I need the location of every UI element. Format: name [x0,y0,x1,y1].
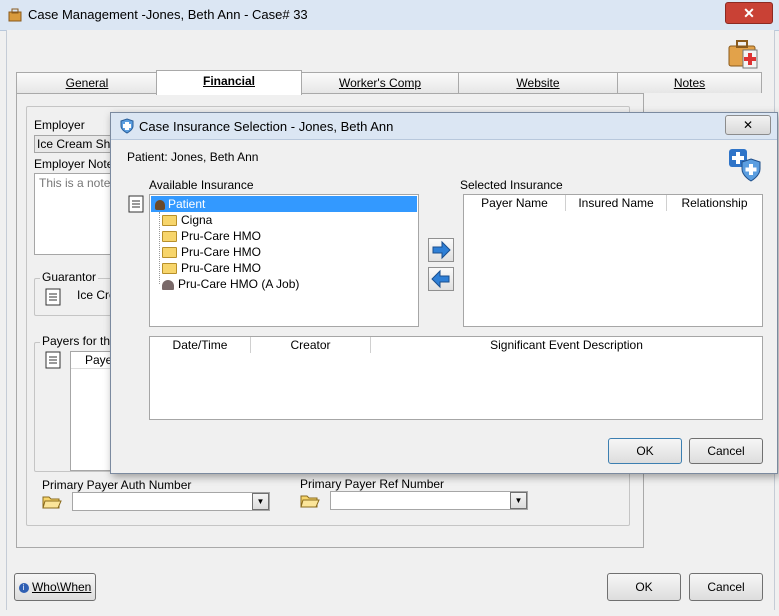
primary-auth-label: Primary Payer Auth Number [42,478,192,492]
insurance-shield-icon [120,118,134,134]
window-title: Case Management -Jones, Beth Ann - Case#… [28,7,308,22]
info-icon: i [18,582,29,593]
employer-notes-field[interactable]: This is a note a [34,173,120,255]
main-ok-button[interactable]: OK [607,573,681,601]
folder-icon [162,247,177,259]
tab-notes[interactable]: Notes [617,72,762,93]
open-folder-icon-2[interactable] [300,491,320,509]
main-cancel-button[interactable]: Cancel [689,573,763,601]
tree-item-patient[interactable]: Patient [151,196,417,212]
folder-icon [162,215,177,227]
tab-general[interactable]: General [16,72,158,93]
tree-line [159,212,161,284]
payers-list-icon[interactable] [44,351,62,369]
patient-label: Patient: Jones, Beth Ann [127,150,259,164]
guarantor-value: Ice Cre [77,288,110,302]
tab-website[interactable]: Website [458,72,618,93]
window-close-button[interactable]: ✕ [725,2,773,24]
job-icon [162,279,174,290]
primary-auth-dropdown-icon[interactable]: ▼ [252,493,269,510]
primary-ref-dropdown-icon[interactable]: ▼ [510,492,527,509]
add-insurance-button[interactable] [428,238,454,262]
payers-label: Payers for this [40,334,114,348]
window-title-bar: Case Management -Jones, Beth Ann - Case#… [0,0,779,31]
tab-workers-comp[interactable]: Worker's Comp [301,72,459,93]
insurance-list-icon[interactable] [127,195,145,213]
primary-ref-label: Primary Payer Ref Number [300,477,445,491]
selected-insurance-label: Selected Insurance [460,178,563,192]
tree-item-pru-care-job[interactable]: Pru-Care HMO (A Job) [162,276,299,292]
guarantor-list-icon[interactable] [44,288,62,306]
folder-icon [162,263,177,275]
selected-insurance-table[interactable]: Payer Name Insured Name Relationship [463,194,763,327]
medical-case-icon [728,40,758,69]
primary-auth-combo[interactable] [72,492,270,511]
folder-icon [162,231,177,243]
insurance-plus-shield-icon [729,149,761,182]
tree-item-pru-care-1[interactable]: Pru-Care HMO [162,228,261,244]
tree-item-cigna[interactable]: Cigna [162,212,212,228]
dialog-ok-button[interactable]: OK [608,438,682,464]
column-date-time[interactable]: Date/Time [150,337,251,353]
remove-insurance-button[interactable] [428,267,454,291]
guarantor-label: Guarantor [40,270,99,284]
employer-label: Employer [34,118,85,132]
significant-events-table[interactable]: Date/Time Creator Significant Event Desc… [149,336,763,420]
dialog-title-bar: Case Insurance Selection - Jones, Beth A… [111,113,777,140]
available-insurance-tree[interactable]: Patient Cigna Pru-Care HMO Pru-Care HMO … [149,194,419,327]
payers-list[interactable]: Paye [70,351,112,471]
column-creator[interactable]: Creator [251,337,371,353]
primary-ref-combo[interactable] [330,491,528,510]
column-insured-name[interactable]: Insured Name [566,195,667,211]
open-folder-icon[interactable] [42,492,62,510]
arrow-left-icon [431,269,450,289]
tree-item-pru-care-3[interactable]: Pru-Care HMO [162,260,261,276]
dialog-close-button[interactable]: ✕ [725,115,771,135]
column-event-description[interactable]: Significant Event Description [371,337,762,353]
employer-notes-label: Employer Notes [34,157,120,171]
dialog-title: Case Insurance Selection - Jones, Beth A… [139,119,394,134]
arrow-right-icon [432,240,451,260]
column-relationship[interactable]: Relationship [667,195,762,211]
dialog-cancel-button[interactable]: Cancel [689,438,763,464]
tree-item-pru-care-2[interactable]: Pru-Care HMO [162,244,261,260]
case-app-icon [8,8,22,22]
insurance-selection-dialog: Case Insurance Selection - Jones, Beth A… [110,112,778,474]
available-insurance-label: Available Insurance [149,178,254,192]
who-when-button[interactable]: i Who\When [14,573,96,601]
patient-icon [155,199,165,210]
tab-financial[interactable]: Financial [156,70,302,95]
column-payer-name[interactable]: Payer Name [464,195,566,211]
payers-column-header[interactable]: Paye [71,352,111,369]
employer-combo[interactable]: Ice Cream Shop [34,135,118,153]
